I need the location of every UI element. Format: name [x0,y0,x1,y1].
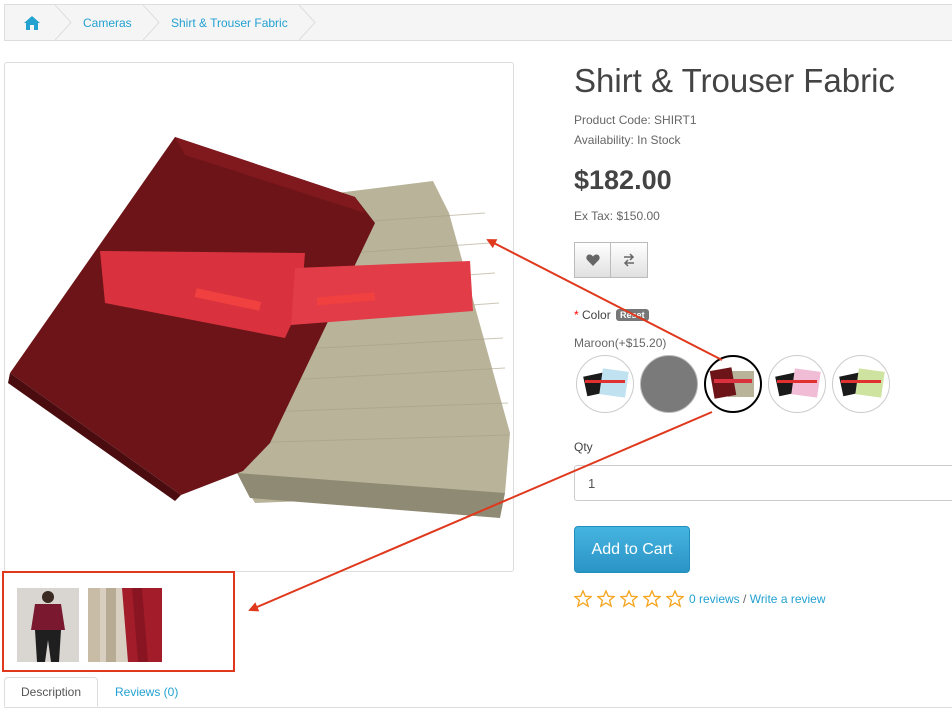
reviews-link[interactable]: 0 reviews [689,592,740,606]
color-label: * Color Reset [574,308,649,322]
star-icon [620,590,638,608]
breadcrumb-separator [143,5,160,40]
breadcrumb: Cameras Shirt & Trouser Fabric [4,4,952,41]
fabric-photo [8,137,510,518]
color-swatch-black-lightgreen[interactable] [832,355,890,413]
star-icon [597,590,615,608]
write-review-link[interactable]: Write a review [750,592,826,606]
thumbnail-fabric-closeup[interactable] [88,588,162,662]
wishlist-compare-group [574,242,649,278]
color-swatch-grey[interactable] [640,355,698,413]
qty-label: Qty [574,440,593,454]
ex-tax-price: Ex Tax: $150.00 [574,209,660,223]
selected-color-value: Maroon(+$15.20) [574,336,667,350]
heart-icon [585,254,600,266]
rating-separator: / [739,592,750,606]
home-icon [24,15,40,30]
breadcrumb-item-cameras[interactable]: Cameras [83,5,132,40]
thumbnail-highlight-box [2,571,235,672]
add-to-cart-button[interactable]: Add to Cart [574,526,690,573]
color-swatch-maroon-beige[interactable] [704,355,762,413]
qty-input[interactable] [574,465,952,501]
tab-description[interactable]: Description [4,677,99,707]
main-product-image[interactable] [4,62,514,572]
thumbnail-shirt-model[interactable] [17,588,79,662]
product-tabs: Description Reviews (0) [4,677,952,708]
breadcrumb-home[interactable] [23,5,41,40]
reset-button[interactable]: Reset [616,309,649,321]
star-icon [643,590,661,608]
product-code: Product Code: SHIRT1 [574,113,697,127]
breadcrumb-separator [299,5,316,40]
color-swatch-black-pink[interactable] [768,355,826,413]
breadcrumb-separator [55,5,72,40]
star-icon [574,590,592,608]
required-mark: * [574,308,579,322]
compare-button[interactable] [611,242,648,278]
exchange-icon [623,253,635,267]
color-swatch-black-lightblue[interactable] [576,355,634,413]
breadcrumb-item-product[interactable]: Shirt & Trouser Fabric [171,5,288,40]
wishlist-button[interactable] [574,242,611,278]
product-availability: Availability: In Stock [574,133,681,147]
rating-row: 0 reviews / Write a review [574,590,826,608]
product-price: $182.00 [574,165,672,195]
star-icon [666,590,684,608]
tab-reviews[interactable]: Reviews (0) [99,677,194,707]
color-label-text: Color [582,308,611,322]
product-title: Shirt & Trouser Fabric [574,62,895,99]
